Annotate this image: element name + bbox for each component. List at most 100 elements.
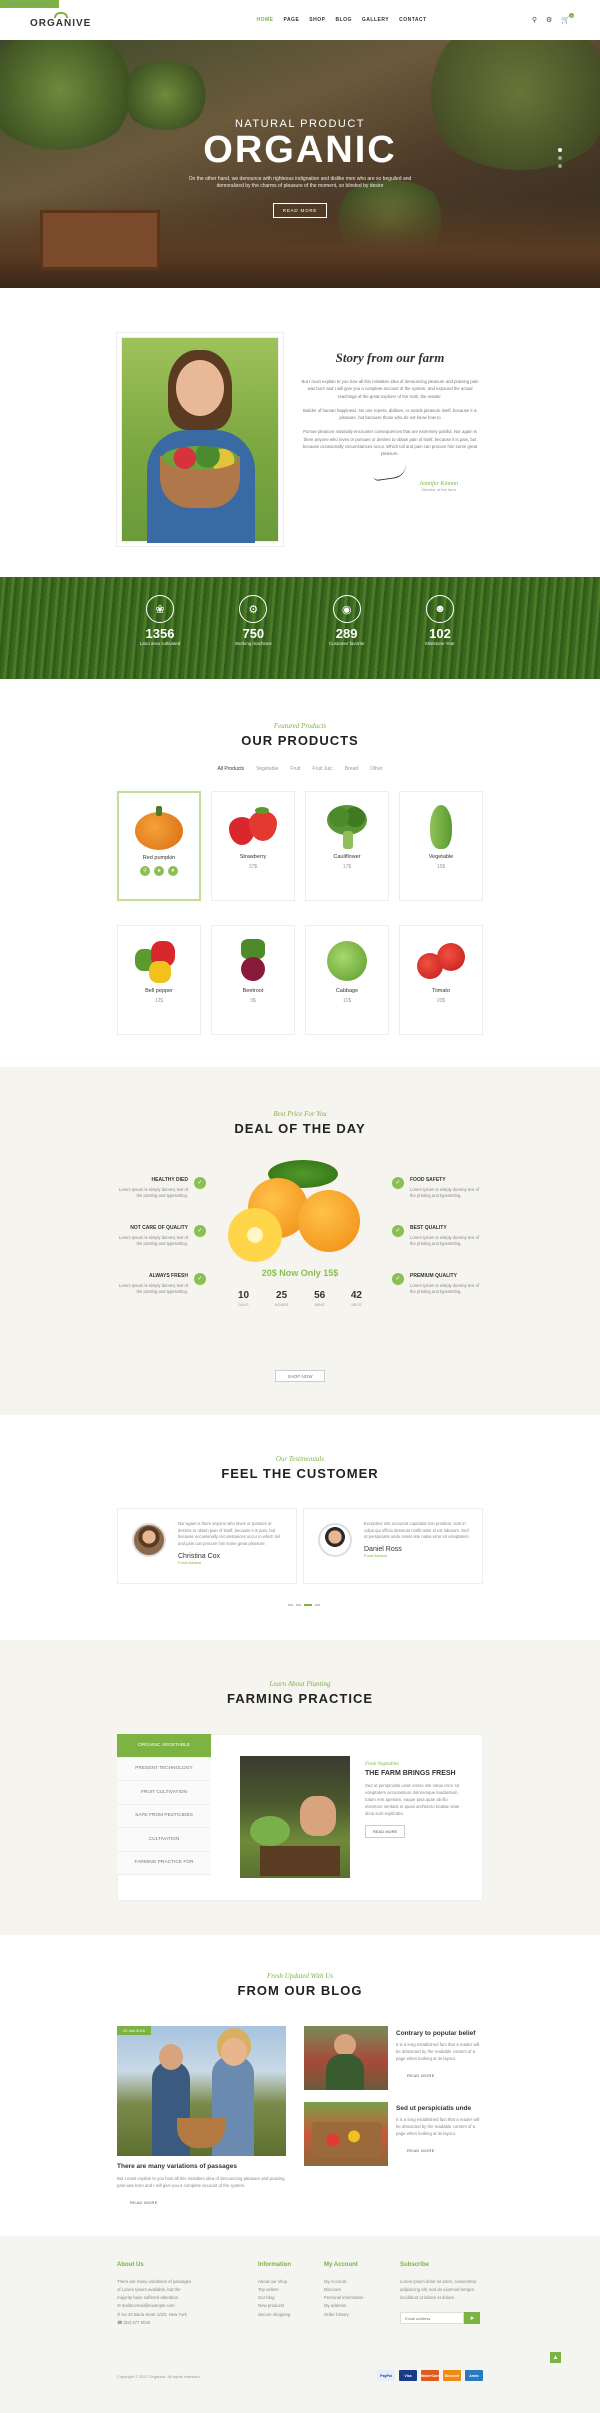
send-icon: ➤	[469, 2315, 475, 2322]
blog-main-image[interactable]: 22 Jan 2016	[117, 2026, 286, 2156]
product-card[interactable]: Cabbage 11$	[305, 925, 389, 1035]
cart-icon[interactable]: 🛒 0	[561, 13, 574, 24]
product-card[interactable]: Red pumpkin ⚲ ★ ♥	[117, 791, 201, 901]
footer-link[interactable]: Top sellers	[258, 2286, 318, 2294]
blog-title[interactable]: Sed ut perspiciatis unde	[396, 2105, 471, 2112]
gear-icon[interactable]: ⚙	[546, 16, 552, 24]
story-paragraph: But I must explain to you how all this m…	[301, 379, 479, 399]
stat-number: 750	[242, 626, 265, 641]
product-card[interactable]: Strawberry 37$	[211, 791, 295, 901]
product-card[interactable]: Bell pepper 12$	[117, 925, 201, 1035]
blog-title[interactable]: There are many variations of passages	[117, 2163, 237, 2170]
filter-all[interactable]: All Products	[217, 766, 244, 772]
blog-excerpt: But I must explain to you how all this m…	[117, 2176, 285, 2188]
countdown-timer: 10 DAYS 25 HOURS 56 MINS 42 SECS	[238, 1290, 362, 1307]
blog-title[interactable]: Contrary to popular belief	[396, 2030, 475, 2037]
product-price: 17$	[342, 864, 352, 870]
subscribe-email-input[interactable]	[400, 2312, 464, 2325]
filter-bread[interactable]: Bread	[345, 766, 358, 772]
filter-other[interactable]: Other	[370, 766, 383, 772]
product-filters: All Products Vegetable Fruit Fruit Juic …	[0, 766, 600, 772]
footer-link[interactable]: Our blog	[258, 2294, 318, 2302]
footer-link[interactable]: About our shop	[258, 2278, 318, 2286]
pager-dot[interactable]	[296, 1604, 301, 1606]
nav-page[interactable]: PAGE	[283, 17, 299, 23]
farming-read-more-button[interactable]: READ MORE	[365, 1825, 406, 1839]
farming-tabs: ORGANIC VEGETABLE PRESENT TECHNOLOGY FRU…	[117, 1734, 211, 1875]
filter-fruit[interactable]: Fruit	[290, 766, 300, 772]
tab-fruit-cultivation[interactable]: FRUIT CULTIVATION	[117, 1781, 211, 1805]
footer-link[interactable]: Order history	[324, 2311, 388, 2319]
pager-dot[interactable]	[304, 1604, 312, 1606]
nav-home[interactable]: HOME	[256, 17, 273, 23]
footer-link[interactable]: New products	[258, 2302, 318, 2310]
tab-cultivation[interactable]: CULTIVATION	[117, 1828, 211, 1852]
product-price: 12$	[154, 998, 164, 1004]
footer-link[interactable]: My Account	[324, 2278, 388, 2286]
nav-blog[interactable]: BLOG	[335, 17, 351, 23]
stat-number: 102	[429, 626, 451, 641]
footer-link[interactable]: My address	[324, 2302, 388, 2310]
blog-read-more-link[interactable]: READ MORE	[407, 2148, 435, 2153]
hero-read-more-button[interactable]: READ MORE	[272, 202, 328, 218]
apple-icon: ◉	[332, 595, 361, 623]
subscribe-send-button[interactable]: ➤	[464, 2312, 480, 2325]
cart-count-badge: 0	[569, 13, 574, 18]
product-price: 20$	[436, 998, 446, 1004]
section-title: OUR PRODUCTS	[241, 733, 359, 748]
section-pretitle: Featured Products	[273, 722, 327, 730]
product-card[interactable]: Cauliflower 17$	[305, 791, 389, 901]
tab-organic-vegetable[interactable]: ORGANIC VEGETABLE	[117, 1734, 211, 1758]
check-icon: ✓	[194, 1177, 206, 1189]
shop-now-button[interactable]: SHOP NOW	[275, 1370, 325, 1382]
blog-read-more-link[interactable]: READ MORE	[130, 2200, 158, 2205]
strawberry-image	[229, 805, 277, 849]
tab-farming-practice[interactable]: FARMING PRACTICE FOR	[117, 1851, 211, 1875]
footer-about: About Us There are many variations of pa…	[117, 2262, 195, 2327]
product-card[interactable]: Tomato 20$	[399, 925, 483, 1035]
nav-shop[interactable]: SHOP	[309, 17, 325, 23]
product-card[interactable]: Beetroot 9$	[211, 925, 295, 1035]
footer-link[interactable]: Discount	[324, 2286, 388, 2294]
planting-photo	[240, 1756, 350, 1878]
footer-phone[interactable]: ☎ (84) 977 5044	[117, 2319, 195, 2327]
section-title: FEEL THE CUSTOMER	[221, 1466, 379, 1481]
blog-date-tag: 22 Jan 2016	[117, 2026, 152, 2035]
stat-label: Customer favorite	[328, 641, 365, 646]
crate-image	[40, 210, 160, 270]
section-pretitle: Learn About Planting	[269, 1680, 331, 1688]
footer-email[interactable]: ✉ mailto:email@example.com	[117, 2302, 195, 2310]
footer-link[interactable]: Personal information	[324, 2294, 388, 2302]
pager-dot[interactable]	[315, 1604, 320, 1606]
back-to-top-button[interactable]: ▲	[550, 2352, 561, 2363]
product-card[interactable]: Vegetable 15$	[399, 791, 483, 901]
tab-present-technology[interactable]: PRESENT TECHNOLOGY	[117, 1757, 211, 1781]
blog-thumb-image[interactable]	[304, 2026, 388, 2090]
blog-heading: Fresh Updated With Us FROM OUR BLOG	[0, 1972, 600, 1998]
blog-read-more-link[interactable]: READ MORE	[407, 2073, 435, 2078]
footer-address: ⚲ No 40 Baria Sreet 1/3/2, New York	[117, 2311, 187, 2317]
nav-gallery[interactable]: GALLERY	[362, 17, 389, 23]
filter-vegetable[interactable]: Vegetable	[256, 766, 278, 772]
tab-safe-from-pesticides[interactable]: SAFE FROM PESTICIDES	[117, 1804, 211, 1828]
blog-thumb-image[interactable]	[304, 2102, 388, 2166]
logo[interactable]: ORGANIVE ORGANIC STORE	[0, 0, 91, 29]
product-name: Red pumpkin	[142, 855, 176, 861]
stat-label: Land area cultivated	[139, 641, 181, 646]
product-actions: ⚲ ★ ♥	[119, 866, 199, 876]
signature	[372, 462, 408, 481]
slider-dot[interactable]	[558, 156, 562, 160]
header: ORGANIVE ORGANIC STORE HOME PAGE SHOP BL…	[0, 0, 600, 40]
search-icon[interactable]: ⚲	[532, 16, 537, 24]
pager-dot[interactable]	[288, 1604, 293, 1606]
slider-dot[interactable]	[558, 164, 562, 168]
filter-juice[interactable]: Fruit Juic	[312, 766, 332, 772]
cart-icon[interactable]: ★	[154, 866, 164, 876]
view-icon[interactable]: ⚲	[140, 866, 150, 876]
footer-link[interactable]: Secure shopping	[258, 2311, 318, 2319]
heart-icon[interactable]: ♥	[168, 866, 178, 876]
slider-dot[interactable]	[558, 148, 562, 152]
customer-heading: Our Testimonials FEEL THE CUSTOMER	[0, 1455, 600, 1481]
farmer-photo	[121, 337, 279, 543]
nav-contact[interactable]: CONTACT	[399, 17, 427, 23]
